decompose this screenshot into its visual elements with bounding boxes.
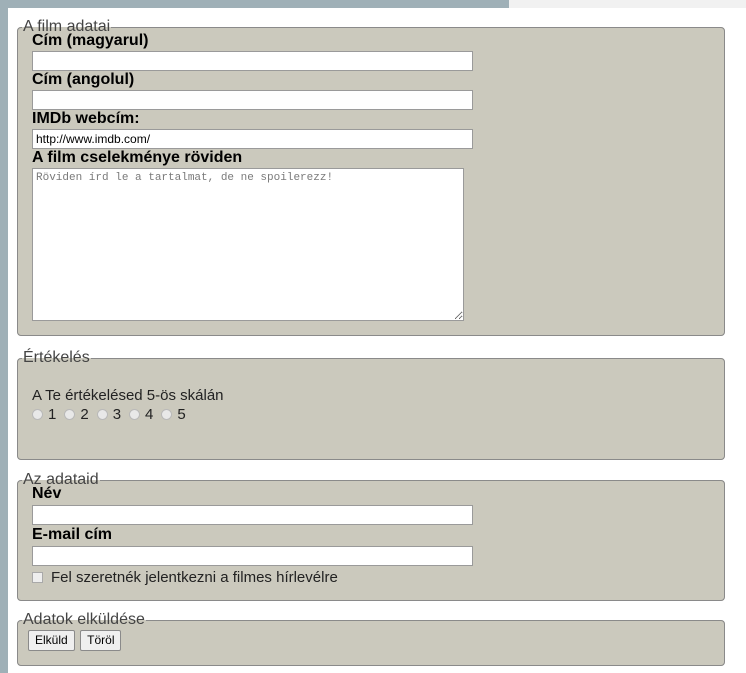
rating-radio-1[interactable] <box>32 409 43 420</box>
rating-radio-2[interactable] <box>64 409 76 420</box>
imdb-label: IMDb webcím: <box>32 110 140 127</box>
rating-option-label-5: 5 <box>177 406 186 423</box>
rating-fieldset: Értékelés A Te értékelésed 5-ös skálán 1… <box>17 349 725 460</box>
film-fieldset: A film adatai Cím (magyarul) Cím (angolu… <box>17 18 725 336</box>
top-bar-right <box>509 0 746 8</box>
newsletter-label: Fel szeretnék jelentkezni a filmes hírle… <box>51 569 338 586</box>
rating-radio-4[interactable] <box>129 409 141 420</box>
rating-option-label-2: 2 <box>80 406 89 423</box>
newsletter-row: Fel szeretnék jelentkezni a filmes hírle… <box>32 569 724 586</box>
rating-options: 1 2 3 4 5 <box>32 406 724 423</box>
rating-legend: Értékelés <box>23 349 90 366</box>
email-input[interactable] <box>32 546 473 566</box>
name-label: Név <box>32 485 62 502</box>
rating-radio-5[interactable] <box>161 409 173 420</box>
submit-fieldset: Adatok elküldése Elküld Töröl <box>17 611 725 666</box>
title-en-label: Cím (angolul) <box>32 71 135 88</box>
top-bar <box>0 0 509 8</box>
name-input[interactable] <box>32 505 473 525</box>
rating-radio-3[interactable] <box>96 409 108 420</box>
left-bar <box>0 8 8 673</box>
newsletter-checkbox[interactable] <box>32 572 43 583</box>
send-button[interactable]: Elküld <box>28 630 75 651</box>
plot-label: A film cselekménye röviden <box>32 149 243 166</box>
rating-option-label-4: 4 <box>145 406 154 423</box>
imdb-input[interactable] <box>32 129 473 149</box>
submit-legend: Adatok elküldése <box>23 611 145 628</box>
title-en-input[interactable] <box>32 90 473 110</box>
email-label: E-mail cím <box>32 526 113 543</box>
form-container: A film adatai Cím (magyarul) Cím (angolu… <box>8 8 746 673</box>
title-hu-input[interactable] <box>32 51 473 71</box>
title-hu-label: Cím (magyarul) <box>32 32 149 49</box>
rating-option-label-1: 1 <box>48 406 57 423</box>
plot-textarea[interactable] <box>32 168 464 321</box>
rating-option-label-3: 3 <box>112 406 122 423</box>
user-fieldset: Az adataid Név E-mail cím Fel szeretnék … <box>17 471 725 601</box>
reset-button[interactable]: Töröl <box>80 630 122 651</box>
rating-prompt: A Te értékelésed 5-ös skálán <box>32 387 224 404</box>
